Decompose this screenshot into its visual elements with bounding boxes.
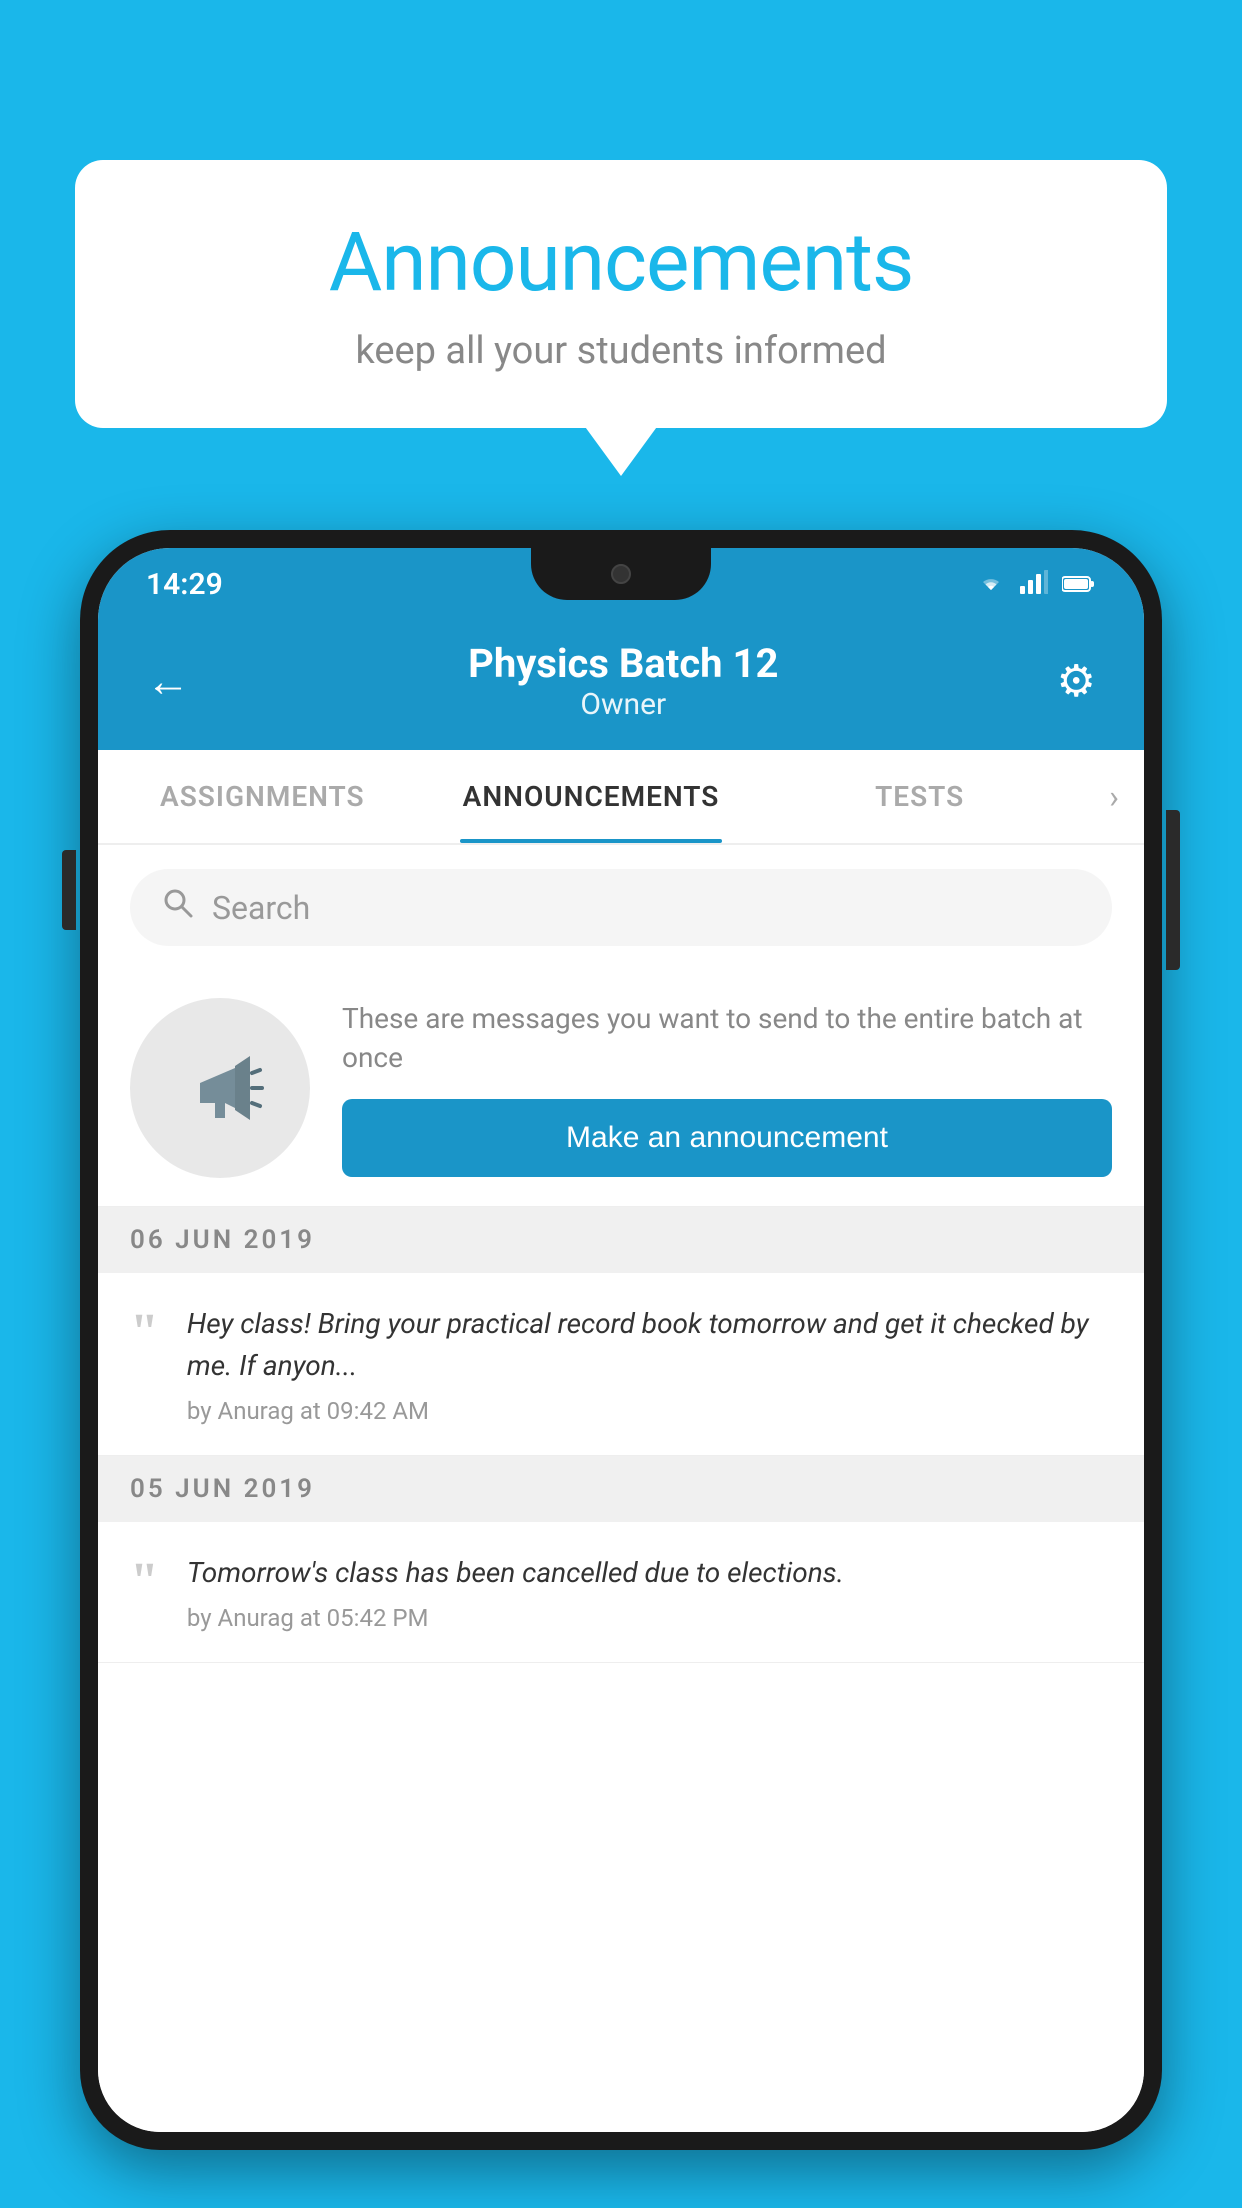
header-title: Physics Batch 12 [468,640,778,687]
battery-icon [1062,568,1096,601]
date-separator-2: 05 JUN 2019 [98,1456,1144,1522]
message-text-1: Hey class! Bring your practical record b… [187,1303,1112,1387]
header-subtitle: Owner [468,687,778,722]
search-bar[interactable]: Search [130,869,1112,946]
app-header: ← Physics Batch 12 Owner ⚙ [98,620,1144,750]
tab-assignments[interactable]: ASSIGNMENTS [98,750,427,843]
date-label-1: 06 JUN 2019 [130,1225,315,1255]
wifi-icon [976,568,1006,601]
announcement-icon-circle [130,998,310,1178]
announcement-description: These are messages you want to send to t… [342,999,1112,1077]
message-item-2[interactable]: " Tomorrow's class has been cancelled du… [98,1522,1144,1663]
message-meta-1: by Anurag at 09:42 AM [187,1397,1112,1425]
message-item-1[interactable]: " Hey class! Bring your practical record… [98,1273,1144,1456]
bubble-subtitle: keep all your students informed [135,329,1107,373]
notch [531,548,711,600]
status-bar: 14:29 [98,548,1144,620]
announcement-empty-state: These are messages you want to send to t… [98,970,1144,1207]
settings-button[interactable]: ⚙ [1057,655,1096,707]
announcement-right: These are messages you want to send to t… [342,999,1112,1177]
signal-icon [1020,568,1048,601]
search-placeholder: Search [212,889,310,927]
message-meta-2: by Anurag at 05:42 PM [187,1604,1112,1632]
phone-outer: 14:29 [80,530,1162,2150]
speech-bubble-section: Announcements keep all your students inf… [75,160,1167,428]
content-area: Search These [98,845,1144,2132]
message-content-1: Hey class! Bring your practical record b… [187,1303,1112,1425]
phone-wrapper: 14:29 [80,530,1162,2208]
tab-more[interactable]: › [1084,750,1144,843]
message-text-2: Tomorrow's class has been cancelled due … [187,1552,1112,1594]
quote-icon-1: " [130,1307,159,1359]
camera-dot [611,564,631,584]
header-center: Physics Batch 12 Owner [468,640,778,722]
tab-tests[interactable]: TESTS [755,750,1084,843]
tabs-bar: ASSIGNMENTS ANNOUNCEMENTS TESTS › [98,750,1144,845]
search-icon [162,887,194,928]
status-time: 14:29 [146,567,223,602]
back-button[interactable]: ← [146,655,190,707]
tab-announcements[interactable]: ANNOUNCEMENTS [427,750,756,843]
make-announcement-button[interactable]: Make an announcement [342,1099,1112,1177]
speech-bubble-card: Announcements keep all your students inf… [75,160,1167,428]
quote-icon-2: " [130,1556,159,1608]
date-separator-1: 06 JUN 2019 [98,1207,1144,1273]
message-content-2: Tomorrow's class has been cancelled due … [187,1552,1112,1632]
phone-screen: 14:29 [98,548,1144,2132]
date-label-2: 05 JUN 2019 [130,1474,315,1504]
bubble-title: Announcements [135,215,1107,311]
status-icons [976,568,1096,601]
